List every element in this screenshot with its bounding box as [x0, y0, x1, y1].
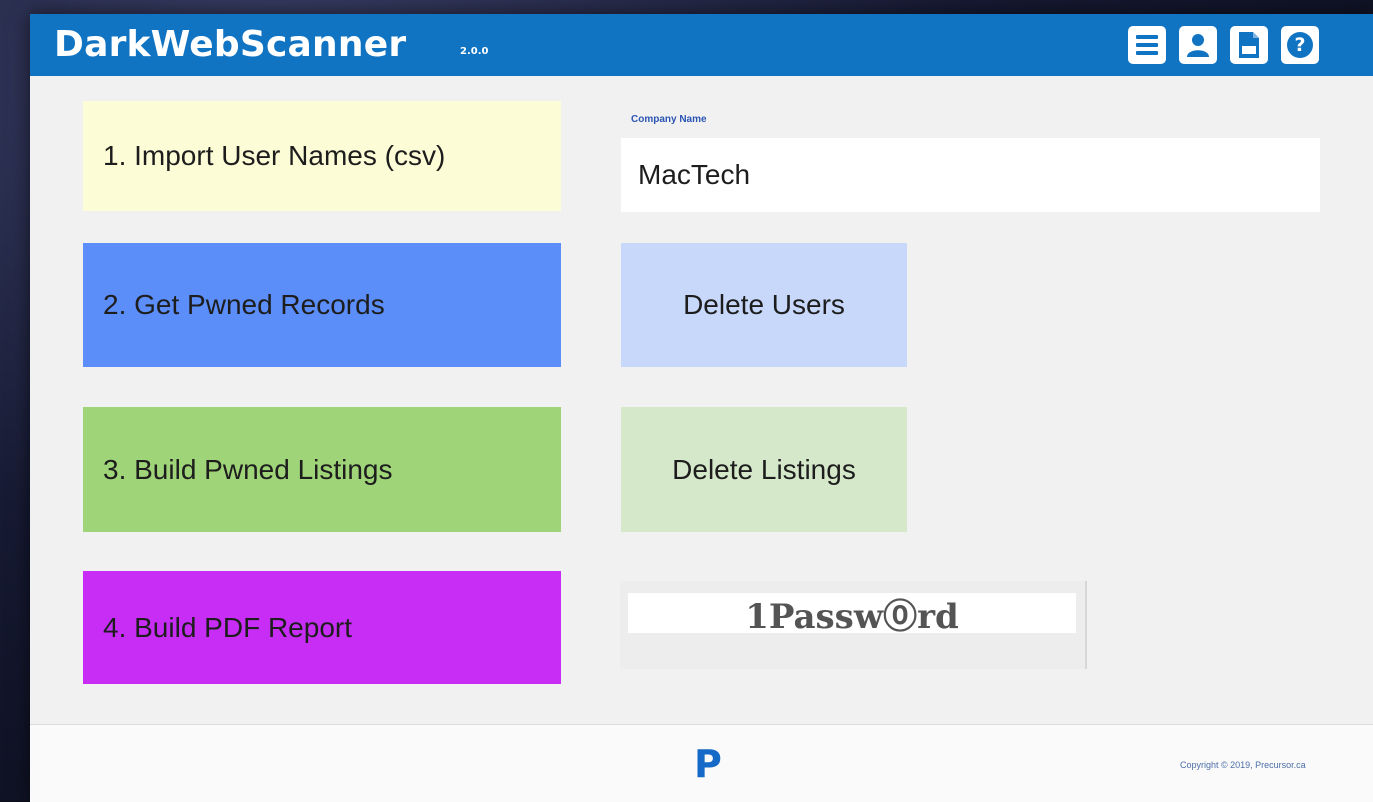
delete-users-label: Delete Users — [683, 289, 845, 320]
get-pwned-records-button[interactable]: 2. Get Pwned Records — [83, 243, 561, 367]
import-user-names-label: 1. Import User Names (csv) — [103, 140, 446, 171]
onepassword-button[interactable]: 1Passw⓪rd — [620, 581, 1087, 669]
delete-listings-button[interactable]: Delete Listings — [621, 407, 907, 532]
app-version: 2.0.0 — [460, 46, 489, 57]
import-user-names-button[interactable]: 1. Import User Names (csv) — [83, 101, 561, 211]
help-icon[interactable]: ? — [1281, 26, 1319, 64]
app-title: DarkWebScanner — [54, 24, 407, 65]
build-pwned-listings-label: 3. Build Pwned Listings — [103, 453, 393, 485]
company-name-input[interactable] — [621, 138, 1320, 212]
company-name-label: Company Name — [631, 114, 707, 125]
menu-icon[interactable] — [1128, 26, 1166, 64]
app-header: DarkWebScanner 2.0.0 ? — [30, 14, 1373, 76]
get-pwned-records-label: 2. Get Pwned Records — [103, 289, 385, 320]
app-window: DarkWebScanner 2.0.0 ? 1. Import User Na… — [30, 14, 1373, 802]
onepassword-logo: 1Passw⓪rd — [745, 596, 959, 637]
copyright-text: Copyright © 2019, Precursor.ca — [1180, 760, 1306, 770]
footer: P Copyright © 2019, Precursor.ca — [30, 724, 1373, 802]
build-pdf-report-button[interactable]: 4. Build PDF Report — [83, 571, 561, 684]
user-glyph — [1187, 34, 1209, 57]
build-pdf-report-label: 4. Build PDF Report — [103, 611, 352, 643]
user-icon[interactable] — [1179, 26, 1217, 64]
pdf-glyph — [1239, 32, 1259, 58]
precursor-logo: P — [694, 742, 722, 786]
delete-listings-label: Delete Listings — [672, 453, 856, 485]
pdf-icon[interactable] — [1230, 26, 1268, 64]
build-pwned-listings-button[interactable]: 3. Build Pwned Listings — [83, 407, 561, 532]
onepassword-logo-bar: 1Passw⓪rd — [628, 593, 1076, 637]
delete-users-button[interactable]: Delete Users — [621, 243, 907, 367]
